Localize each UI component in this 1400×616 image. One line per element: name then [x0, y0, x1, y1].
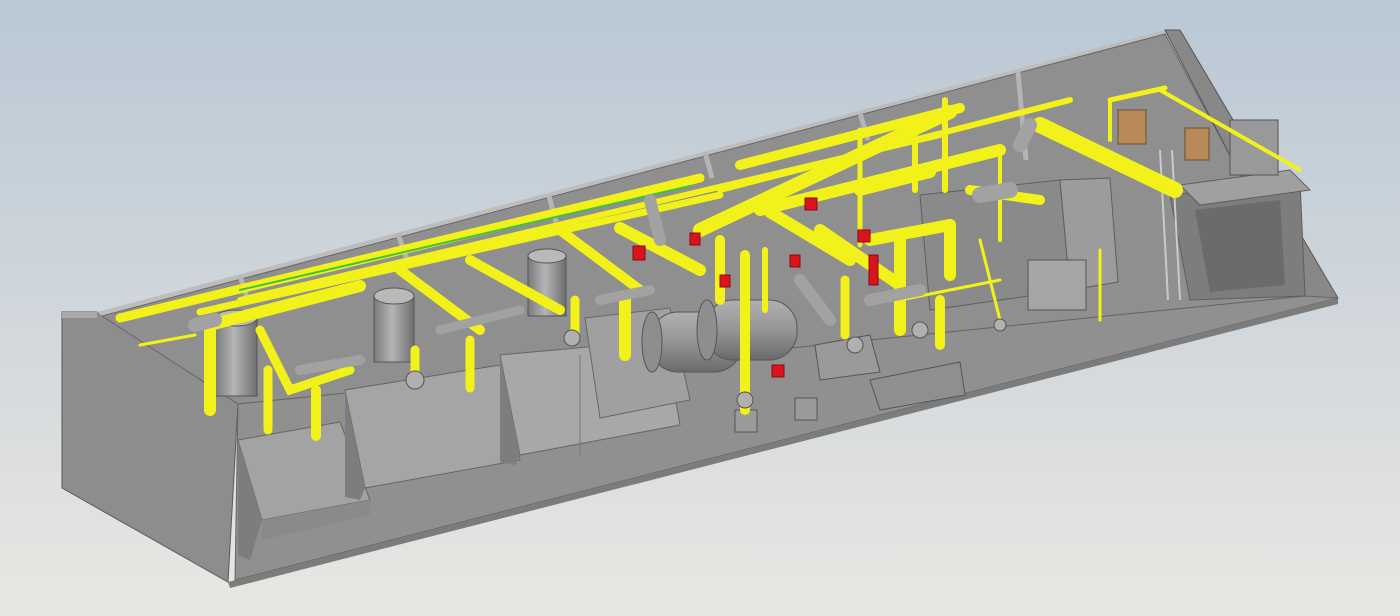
door[interactable]	[1117, 109, 1147, 145]
expansion-tank-2[interactable]	[373, 287, 415, 363]
mechanical-room-model[interactable]	[0, 0, 1400, 616]
electrical-panel[interactable]	[1027, 259, 1087, 311]
left-wall-top-edge	[62, 312, 97, 318]
3d-model-viewport[interactable]	[0, 0, 1400, 616]
door[interactable]	[1184, 127, 1210, 161]
